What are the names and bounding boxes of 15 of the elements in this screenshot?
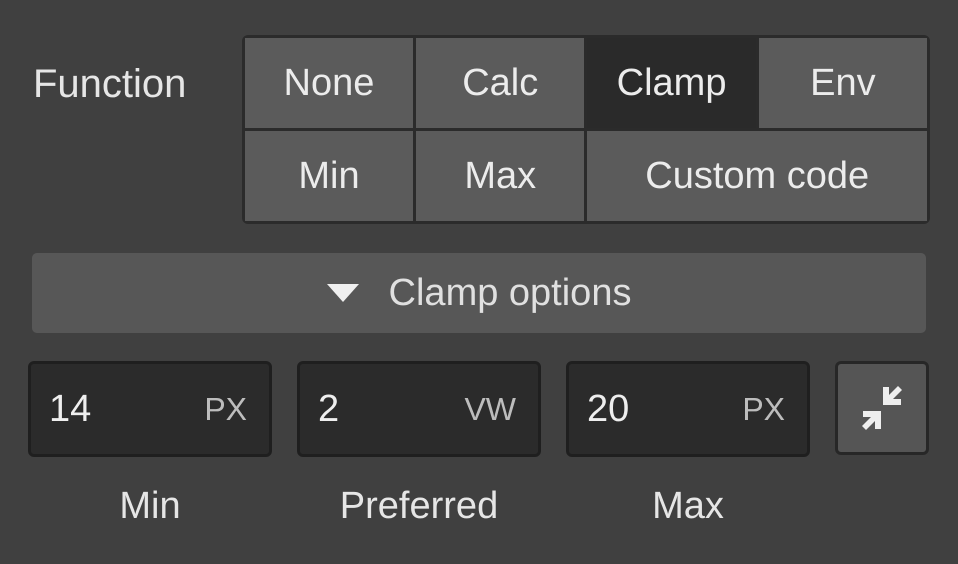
function-option[interactable]: None [244, 38, 414, 128]
function-option[interactable]: Custom code [587, 131, 927, 221]
field-label: Min [119, 485, 181, 528]
function-option[interactable]: Calc [416, 38, 584, 128]
number-field[interactable]: 20 PX [566, 361, 810, 457]
function-label: Function [32, 62, 188, 107]
field-label: Max [652, 485, 724, 528]
number-field[interactable]: 2 VW [297, 361, 541, 457]
function-option[interactable]: Env [758, 38, 927, 128]
clamp-options-toggle[interactable]: Clamp options [32, 253, 926, 333]
collapse-button[interactable] [835, 361, 929, 455]
number-field[interactable]: 14 PX [28, 361, 272, 457]
field-label: Preferred [340, 485, 498, 528]
function-option[interactable]: Max [416, 131, 584, 221]
function-option[interactable]: Min [244, 131, 414, 221]
